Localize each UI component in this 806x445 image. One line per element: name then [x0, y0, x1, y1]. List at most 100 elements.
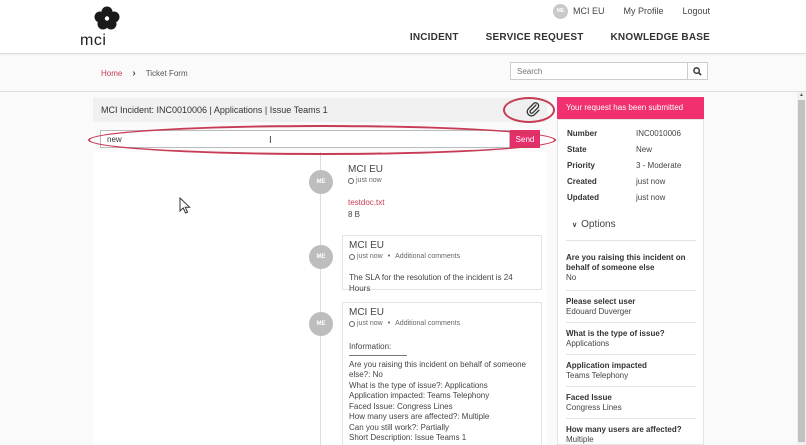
site-header: mci ME MCI EU My Profile Logout INCIDENT…: [0, 0, 806, 54]
detail-label: State: [567, 145, 587, 154]
info-line: Application impacted: Teams Telephony: [349, 391, 490, 400]
entry-time: just now: [357, 320, 383, 327]
field-value: Congress Lines: [566, 403, 622, 412]
nav-knowledge-base[interactable]: KNOWLEDGE BASE: [611, 32, 710, 43]
mci-logo[interactable]: mci: [80, 6, 120, 49]
search-button[interactable]: [688, 62, 708, 80]
meta-separator: •: [387, 320, 391, 327]
entry-avatar: ME: [309, 245, 333, 269]
entry-meta: just now • Additional comments: [349, 320, 535, 327]
detail-label: Priority: [567, 161, 596, 170]
detail-value: INC0010006: [636, 129, 681, 138]
field-label: Please select user: [566, 297, 636, 306]
scroll-up-icon[interactable]: ▲: [797, 92, 806, 99]
field-rule: [566, 322, 696, 323]
info-line: How many users are affected?: Multiple: [349, 412, 490, 421]
flower-logo-icon: [94, 6, 120, 30]
nav-incident[interactable]: INCIDENT: [410, 32, 459, 43]
mouse-pointer-icon: [179, 197, 191, 214]
attachment-size: 8 B: [348, 210, 361, 219]
entry-time: just now: [356, 177, 382, 184]
my-profile-link[interactable]: My Profile: [623, 6, 663, 16]
info-line: Short Description: Issue Teams 1: [349, 433, 467, 442]
nav-service-request[interactable]: SERVICE REQUEST: [486, 32, 584, 43]
header-divider: [0, 91, 806, 92]
field-select-user: Please select user Edouard Duverger: [566, 297, 696, 317]
field-label: How many users are affected?: [566, 425, 682, 434]
logo-text: mci: [80, 32, 107, 49]
field-value: Edouard Duverger: [566, 307, 632, 316]
field-rule: [566, 386, 696, 387]
field-label: Application impacted: [566, 361, 647, 370]
info-line: else?: No: [349, 370, 383, 379]
entry-avatar: ME: [309, 170, 333, 194]
user-avatar[interactable]: ME: [553, 3, 568, 19]
field-rule: [566, 354, 696, 355]
entry-author: MCI EU: [349, 240, 384, 251]
attachment-link[interactable]: testdoc.txt: [348, 198, 536, 207]
text-cursor-icon: I: [269, 135, 272, 146]
timeline-line: [320, 152, 321, 445]
ticket-title: MCI Incident: INC0010006 | Applications …: [101, 105, 328, 115]
breadcrumb-home[interactable]: Home: [101, 69, 122, 78]
info-line: Are you raising this incident on behalf …: [349, 359, 526, 369]
meta-separator: •: [387, 253, 391, 260]
entry-body: Information: Are you raising this incide…: [349, 342, 535, 444]
paperclip-icon[interactable]: [525, 101, 541, 117]
clock-icon: [349, 320, 355, 327]
chevron-down-icon: ∨: [572, 221, 578, 229]
info-line: Faced Issue: Congress Lines: [349, 401, 453, 411]
info-rule: [349, 354, 407, 356]
field-issue-type: What is the type of issue? Applications: [566, 329, 696, 349]
scroll-thumb[interactable]: [798, 100, 805, 442]
submitted-notice: Your request has been submitted: [557, 97, 704, 119]
field-label: Faced Issue: [566, 393, 612, 402]
field-rule: [566, 290, 696, 291]
info-line: Can you still work?: Partially: [349, 422, 450, 432]
entry-avatar: ME: [309, 312, 333, 336]
annotation-ellipse: [88, 125, 556, 155]
main-nav: INCIDENT SERVICE REQUEST KNOWLEDGE BASE: [383, 32, 710, 43]
detail-label: Updated: [567, 193, 599, 202]
field-faced-issue: Faced Issue Congress Lines: [566, 393, 696, 413]
ticket-header: MCI Incident: INC0010006 | Applications …: [93, 98, 547, 122]
info-header: Information:: [349, 342, 392, 351]
detail-value: New: [636, 145, 653, 154]
options-toggle[interactable]: ∨ Options: [572, 219, 616, 230]
entry-author: MCI EU: [349, 307, 384, 318]
options-rule: [566, 240, 696, 241]
detail-value: just now: [636, 177, 666, 186]
clock-icon: [348, 177, 354, 184]
search-input[interactable]: [510, 62, 688, 80]
field-application: Application impacted Teams Telephony: [566, 361, 696, 381]
stream-entry: MCI EU just now testdoc.txt 8 B: [342, 160, 542, 226]
field-on-behalf: Are you raising this incident on behalf …: [566, 253, 696, 283]
top-links: ME MCI EU My Profile Logout: [553, 3, 710, 19]
logout-link[interactable]: Logout: [682, 6, 710, 16]
entry-type: Additional comments: [395, 320, 461, 327]
detail-value: just now: [636, 193, 666, 202]
field-users-affected: How many users are affected? Multiple: [566, 425, 696, 445]
page-scrollbar[interactable]: ▲: [797, 92, 806, 445]
entry-time: just now: [357, 253, 383, 260]
field-value: Applications: [566, 339, 610, 348]
field-value: Teams Telephony: [566, 371, 629, 380]
detail-label: Created: [567, 177, 597, 186]
field-rule: [566, 418, 696, 419]
entry-meta: just now • Additional comments: [349, 253, 535, 260]
stream-entry: MCI EU just now • Additional comments Th…: [342, 235, 542, 293]
entry-body: The SLA for the resolution of the incide…: [349, 273, 513, 293]
detail-value: 3 - Moderate: [636, 161, 682, 170]
info-line: What is the type of issue?: Applications: [349, 380, 488, 390]
breadcrumb: Home › Ticket Form: [101, 68, 188, 79]
user-name-link[interactable]: MCI EU: [573, 6, 605, 16]
entry-meta: just now: [348, 177, 536, 184]
search-icon: [693, 66, 702, 76]
stream-entry: MCI EU just now • Additional comments In…: [342, 302, 542, 445]
ticket-details-panel: Number INC0010006 State New Priority 3 -…: [557, 119, 704, 445]
detail-label: Number: [567, 129, 598, 138]
field-value: No: [566, 273, 577, 282]
options-label: Options: [581, 219, 616, 230]
field-value: Multiple: [566, 435, 594, 444]
clock-icon: [349, 253, 355, 260]
